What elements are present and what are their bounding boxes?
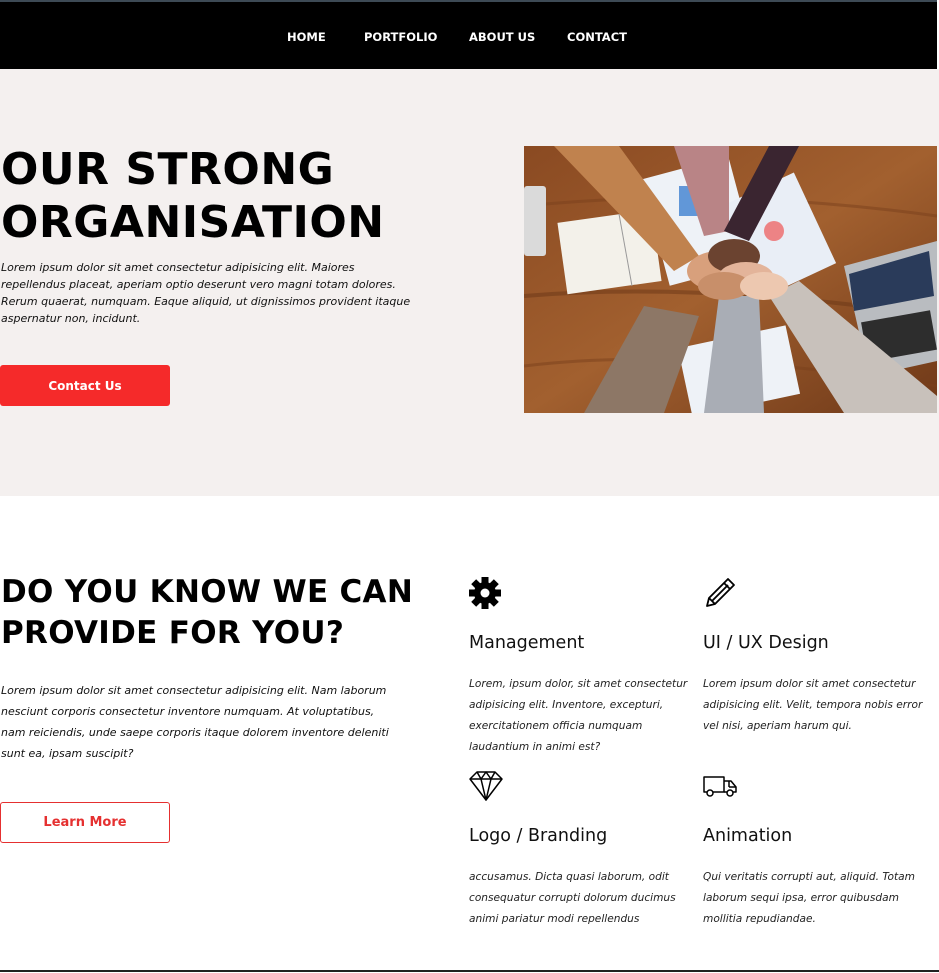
team-hands-illustration: [524, 146, 937, 413]
feature-text: Qui veritatis corrupti aut, aliquid. Tot…: [703, 871, 915, 925]
services-description: Lorem ipsum dolor sit amet consectetur a…: [1, 684, 389, 760]
feature-text: Lorem, ipsum dolor, sit amet consectetur…: [469, 678, 688, 753]
pencil-icon: [706, 578, 735, 607]
services-title-line1: DO YOU KNOW WE CAN: [1, 574, 414, 610]
truck-icon: [703, 776, 737, 797]
gear-icon: [469, 577, 501, 609]
services-title: DO YOU KNOW WE CAN PROVIDE FOR YOU?: [1, 572, 413, 654]
services-section: DO YOU KNOW WE CAN PROVIDE FOR YOU? Lore…: [0, 496, 939, 972]
hero-title: OUR STRONG ORGANISATION: [1, 143, 385, 249]
feature-text: accusamus. Dicta quasi laborum, odit con…: [469, 871, 676, 925]
diamond-icon: [469, 771, 503, 801]
feature-title: Animation: [703, 826, 793, 846]
hero-title-line2: ORGANISATION: [1, 197, 385, 248]
hero-title-line1: OUR STRONG: [1, 144, 335, 195]
feature-text: Lorem ipsum dolor sit amet consectetur a…: [703, 678, 923, 732]
hero-description: Lorem ipsum dolor sit amet consectetur a…: [1, 261, 411, 325]
feature-title: Management: [469, 633, 585, 653]
hero-section: OUR STRONG ORGANISATION Lorem ipsum dolo…: [0, 69, 939, 496]
nav-portfolio-link[interactable]: PORTFOLIO: [364, 30, 437, 44]
nav-about-link[interactable]: ABOUT US: [469, 30, 535, 44]
top-navbar: HOME PORTFOLIO ABOUT US CONTACT: [0, 0, 937, 69]
team-hands-photo: [524, 146, 937, 413]
feature-title: UI / UX Design: [703, 633, 829, 653]
nav-home-link[interactable]: HOME: [287, 30, 326, 44]
feature-title: Logo / Branding: [469, 826, 608, 846]
learn-more-button[interactable]: Learn More: [0, 802, 170, 843]
nav-contact-link[interactable]: CONTACT: [567, 30, 627, 44]
contact-us-button[interactable]: Contact Us: [0, 365, 170, 406]
section-divider: [0, 970, 939, 972]
services-title-line2: PROVIDE FOR YOU?: [1, 615, 345, 651]
